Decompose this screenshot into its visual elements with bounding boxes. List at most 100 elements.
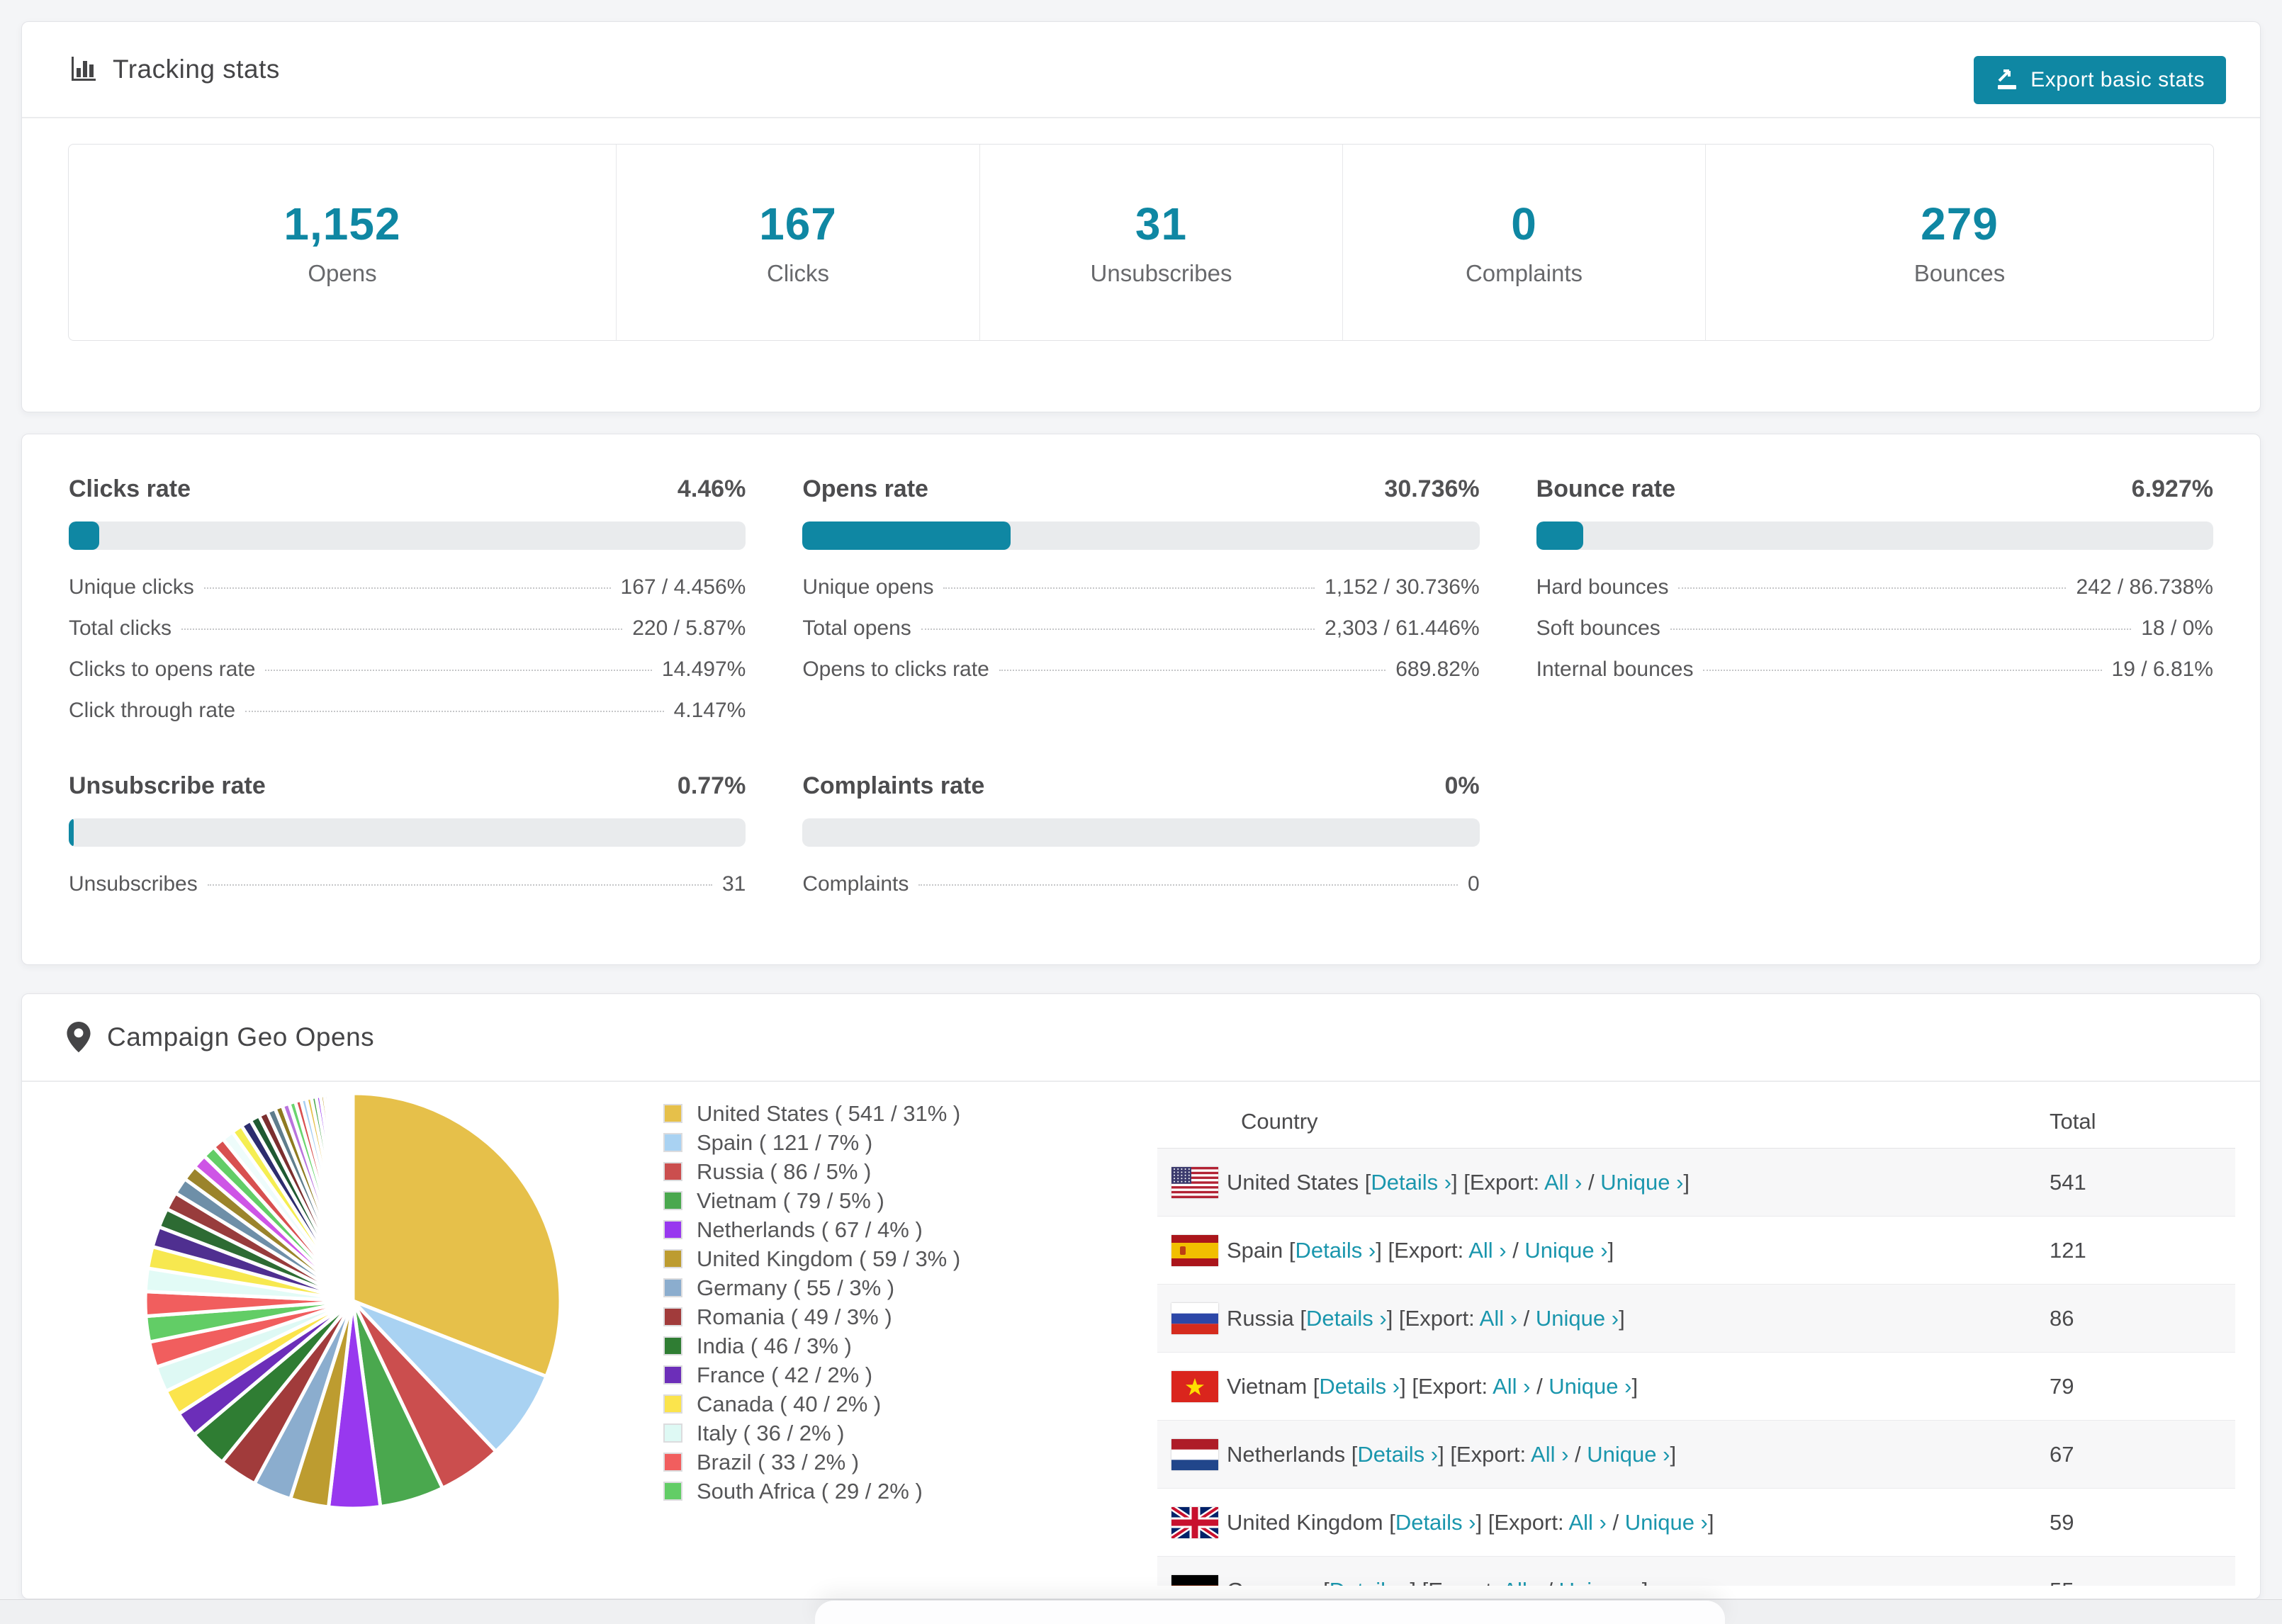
- tracking-stats-header: Tracking stats Export basic stats: [22, 22, 2260, 118]
- legend-swatch: [663, 1191, 682, 1210]
- ru-flag-icon: [1171, 1302, 1218, 1334]
- export-all-link[interactable]: All ›: [1480, 1306, 1517, 1331]
- legend-label: India ( 46 / 3% ): [697, 1333, 852, 1358]
- rate-title: Bounce rate: [1536, 475, 1676, 502]
- details-link[interactable]: Details ›: [1295, 1238, 1376, 1263]
- stat-label: Unsubscribes: [1090, 260, 1232, 286]
- country-column-header: Country: [1241, 1109, 1318, 1134]
- dotted-leader: [265, 670, 652, 671]
- legend-swatch: [663, 1220, 682, 1239]
- export-all-link[interactable]: All ›: [1544, 1170, 1582, 1195]
- table-row-gb: United Kingdom [Details ›] [Export: All …: [1157, 1489, 2235, 1557]
- details-link[interactable]: Details ›: [1306, 1306, 1387, 1331]
- export-basic-stats-button[interactable]: Export basic stats: [1974, 56, 2226, 104]
- legend-item-ro: Romania ( 49 / 3% ): [663, 1302, 960, 1331]
- legend-label: Romania ( 49 / 3% ): [697, 1304, 892, 1329]
- rate-section-opens-rate: Opens rate 30.736% Unique opens 1,152 / …: [802, 475, 1480, 723]
- dotted-leader: [181, 628, 623, 630]
- detail-label: Complaints: [802, 872, 909, 896]
- rate-value: 30.736%: [1384, 475, 1480, 502]
- detail-value: 167 / 4.456%: [620, 575, 746, 599]
- country-name: Germany: [1227, 1578, 1317, 1586]
- legend-label: South Africa ( 29 / 2% ): [697, 1478, 923, 1504]
- legend-label: Russia ( 86 / 5% ): [697, 1158, 872, 1184]
- table-row-de: Germany [Details ›] [Export: All › / Uni…: [1157, 1557, 2235, 1586]
- export-all-link[interactable]: All ›: [1568, 1510, 1606, 1535]
- export-unique-link[interactable]: Unique ›: [1587, 1442, 1670, 1467]
- export-unique-link[interactable]: Unique ›: [1559, 1578, 1642, 1586]
- pie-slice: [350, 1091, 355, 1303]
- stat-detail-row: Opens to clicks rate 689.82%: [802, 658, 1479, 682]
- stat-detail-row: Total clicks 220 / 5.87%: [69, 616, 746, 641]
- details-link[interactable]: Details ›: [1371, 1170, 1451, 1195]
- stat-cell-complaints: 0 Complaints: [1343, 145, 1706, 340]
- detail-label: Total clicks: [69, 616, 172, 640]
- detail-label: Hard bounces: [1536, 575, 1669, 599]
- stat-label: Bounces: [1913, 260, 2006, 286]
- geo-header: Campaign Geo Opens: [22, 994, 2260, 1082]
- details-link[interactable]: Details ›: [1357, 1442, 1438, 1467]
- country-name: United Kingdom: [1227, 1509, 1383, 1535]
- es-flag-icon: [1171, 1234, 1218, 1266]
- detail-value: 31: [721, 872, 746, 896]
- stat-label: Opens: [308, 260, 377, 286]
- rate-progress-bar: [69, 818, 746, 847]
- details-link[interactable]: Details ›: [1395, 1510, 1476, 1535]
- detail-label: Click through rate: [69, 699, 236, 722]
- rate-section-complaints-rate: Complaints rate 0% Complaints 0: [802, 772, 1480, 896]
- legend-swatch: [663, 1133, 682, 1152]
- total-column-header: Total: [2050, 1109, 2096, 1134]
- export-unique-link[interactable]: Unique ›: [1524, 1238, 1607, 1263]
- campaign-geo-opens-card: Campaign Geo Opens United States ( 541 /…: [21, 993, 2261, 1599]
- stat-label: Complaints: [1465, 260, 1583, 286]
- rate-value: 4.46%: [677, 475, 746, 502]
- export-unique-link[interactable]: Unique ›: [1536, 1306, 1619, 1331]
- legend-swatch: [663, 1336, 682, 1355]
- export-all-link[interactable]: All ›: [1493, 1374, 1530, 1399]
- details-link[interactable]: Details ›: [1330, 1578, 1410, 1586]
- details-link[interactable]: Details ›: [1319, 1374, 1400, 1399]
- export-icon: [1998, 69, 2017, 89]
- table-body: United States [Details ›] [Export: All ›…: [1157, 1149, 2235, 1586]
- stat-detail-row: Complaints 0: [802, 872, 1479, 896]
- geo-section-title: Campaign Geo Opens: [107, 1022, 375, 1051]
- legend-label: United Kingdom ( 59 / 3% ): [697, 1246, 961, 1271]
- country-name: Netherlands: [1227, 1441, 1346, 1467]
- rate-progress-bar: [1536, 521, 2213, 550]
- stat-cell-opens: 1,152 Opens: [69, 145, 617, 340]
- page-title: Tracking stats: [113, 55, 280, 84]
- stat-detail-row: Unique clicks 167 / 4.456%: [69, 575, 746, 599]
- legend-swatch: [663, 1249, 682, 1268]
- export-unique-link[interactable]: Unique ›: [1548, 1374, 1631, 1399]
- legend-item-fr: France ( 42 / 2% ): [663, 1360, 960, 1389]
- legend-label: France ( 42 / 2% ): [697, 1362, 873, 1387]
- rate-title: Clicks rate: [69, 475, 191, 502]
- legend-label: Netherlands ( 67 / 4% ): [697, 1217, 923, 1242]
- stat-value: 31: [1135, 198, 1188, 249]
- export-unique-link[interactable]: Unique ›: [1600, 1170, 1683, 1195]
- legend-item-it: Italy ( 36 / 2% ): [663, 1419, 960, 1448]
- stat-detail-row: Hard bounces 242 / 86.738%: [1536, 575, 2213, 599]
- stat-value: 0: [1511, 198, 1537, 249]
- rate-progress-bar: [802, 521, 1480, 550]
- rate-progress-bar: [69, 521, 746, 550]
- country-name: Vietnam: [1227, 1373, 1308, 1399]
- legend-item-ru: Russia ( 86 / 5% ): [663, 1157, 960, 1186]
- export-all-link[interactable]: All ›: [1468, 1238, 1506, 1263]
- legend-item-vn: Vietnam ( 79 / 5% ): [663, 1186, 960, 1215]
- legend-item-br: Brazil ( 33 / 2% ): [663, 1448, 960, 1477]
- export-all-link[interactable]: All ›: [1531, 1442, 1568, 1467]
- legend-swatch: [663, 1453, 682, 1472]
- detail-label: Unique opens: [802, 575, 934, 599]
- stat-detail-row: Click through rate 4.147%: [69, 699, 746, 723]
- stat-value: 279: [1921, 198, 1999, 249]
- detail-label: Unsubscribes: [69, 872, 198, 896]
- dotted-leader: [1703, 670, 2102, 671]
- export-unique-link[interactable]: Unique ›: [1625, 1510, 1708, 1535]
- country-name: Spain: [1227, 1237, 1283, 1263]
- rate-progress-bar: [802, 818, 1480, 847]
- detail-value: 689.82%: [1395, 658, 1480, 681]
- export-all-link[interactable]: All ›: [1502, 1578, 1540, 1586]
- dotted-leader: [207, 884, 712, 886]
- stat-detail-row: Internal bounces 19 / 6.81%: [1536, 658, 2213, 682]
